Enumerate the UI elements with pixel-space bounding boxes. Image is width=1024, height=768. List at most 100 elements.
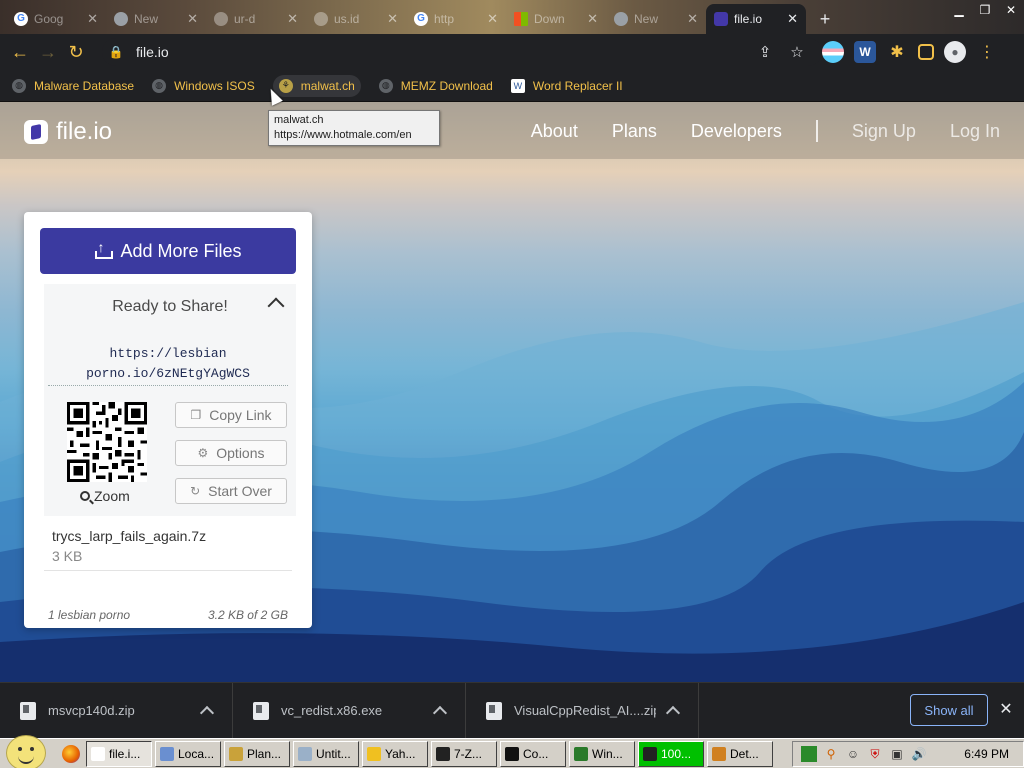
- taskbar-button[interactable]: Loca...: [155, 740, 221, 767]
- browser-tab[interactable]: G http ✕: [406, 4, 506, 34]
- search-tray-icon[interactable]: ⚲: [823, 746, 839, 762]
- close-icon[interactable]: ✕: [287, 11, 298, 27]
- browser-tab[interactable]: us.id ✕: [306, 4, 406, 34]
- close-icon[interactable]: ✕: [998, 701, 1014, 718]
- browser-tab[interactable]: Down ✕: [506, 4, 606, 34]
- minimize-icon[interactable]: ▁: [946, 0, 972, 20]
- taskbar-button[interactable]: 7-Z...: [431, 740, 497, 767]
- emoji-tray-icon[interactable]: ☺: [845, 746, 861, 762]
- side-panel-icon[interactable]: [918, 44, 934, 60]
- taskbar-button-label: file.i...: [109, 746, 141, 761]
- network-tray-icon[interactable]: ▣: [889, 746, 905, 762]
- profile-avatar-icon[interactable]: ●: [944, 41, 966, 63]
- share-icon[interactable]: ⇪: [754, 41, 776, 63]
- show-all-button[interactable]: Show all: [910, 694, 988, 726]
- address-url[interactable]: file.io: [136, 44, 169, 60]
- microsoft-icon: [514, 12, 528, 26]
- taskbar-button[interactable]: Untit...: [293, 740, 359, 767]
- bookmark-item[interactable]: W Word Replacer II: [510, 78, 623, 93]
- tab-title: New: [634, 12, 659, 26]
- tab-title: us.id: [334, 12, 360, 26]
- download-item[interactable]: vc_redist.x86.exe: [233, 682, 466, 739]
- download-item[interactable]: VisualCppRedist_AI....zip: [466, 682, 699, 739]
- bookmark-star-icon[interactable]: ☆: [786, 41, 808, 63]
- share-link[interactable]: https://lesbian porno.io/6zNEtgYAgWCS: [48, 344, 288, 384]
- bookmark-item[interactable]: ◍ MEMZ Download: [378, 78, 493, 93]
- logo-text: file.io: [56, 118, 113, 145]
- taskbar-button[interactable]: Win...: [569, 740, 635, 767]
- close-icon[interactable]: ✕: [187, 11, 198, 27]
- volume-icon[interactable]: 🔊: [911, 746, 927, 762]
- storage-usage: 3.2 KB of 2 GB: [207, 608, 288, 622]
- reload-icon[interactable]: ↻: [62, 38, 90, 66]
- browser-tab[interactable]: New ✕: [106, 4, 206, 34]
- close-icon[interactable]: ✕: [787, 11, 798, 27]
- bookmark-item[interactable]: ◍ Malware Database: [12, 78, 134, 93]
- close-icon[interactable]: ✕: [587, 11, 598, 27]
- firefox-quicklaunch[interactable]: [56, 741, 86, 767]
- close-window-icon[interactable]: ✕: [998, 0, 1024, 20]
- back-icon[interactable]: ←: [6, 38, 34, 66]
- browser-tab[interactable]: G Goog ✕: [6, 4, 106, 34]
- tab-title: ur-d: [234, 12, 256, 26]
- taskbar-button[interactable]: file.i...: [86, 740, 152, 767]
- search-icon: [80, 491, 90, 501]
- nav-plans[interactable]: Plans: [612, 121, 657, 142]
- zoom-button[interactable]: Zoom: [80, 488, 130, 504]
- browser-tab[interactable]: New ✕: [606, 4, 706, 34]
- new-tab-button[interactable]: +: [812, 6, 838, 32]
- taskbar-button[interactable]: Plan...: [224, 740, 290, 767]
- menu-kebab-icon[interactable]: ⋮: [976, 41, 998, 63]
- browser-tab[interactable]: ur-d ✕: [206, 4, 306, 34]
- site-logo[interactable]: file.io: [24, 118, 112, 146]
- taskbar-button-label: 7-Z...: [454, 746, 483, 761]
- nav-developers[interactable]: Developers: [691, 121, 782, 142]
- qr-code[interactable]: [67, 402, 147, 482]
- taskbar-button[interactable]: Det...: [707, 740, 773, 767]
- share-link-line: porno.io/6zNEtgYAgWCS: [86, 366, 250, 381]
- google-icon: G: [14, 12, 28, 26]
- chevron-up-icon[interactable]: [432, 705, 448, 721]
- copy-link-button[interactable]: ❐ Copy Link: [175, 402, 287, 428]
- close-icon[interactable]: ✕: [487, 11, 498, 27]
- copy-link-label: Copy Link: [209, 407, 272, 423]
- chevron-up-icon[interactable]: [199, 705, 215, 721]
- start-button[interactable]: [0, 734, 56, 768]
- word-replacer-icon: W: [510, 78, 525, 93]
- security-tray-icon[interactable]: ⛨: [867, 746, 883, 762]
- extensions-puzzle-icon[interactable]: ✱: [886, 41, 908, 63]
- console-icon: [505, 746, 519, 761]
- word-replacer-icon[interactable]: W: [854, 41, 876, 63]
- lock-icon[interactable]: 🔒: [108, 44, 124, 60]
- tray-app-icon[interactable]: [801, 746, 817, 762]
- bookmark-item-hovered[interactable]: ⚘ malwat.ch: [272, 74, 361, 97]
- extension-flag-icon[interactable]: [822, 41, 844, 63]
- nav-log-in[interactable]: Log In: [950, 121, 1000, 142]
- clock[interactable]: 6:49 PM: [964, 747, 1009, 761]
- address-bar[interactable]: 🔒 file.io ⇪ ☆: [102, 38, 822, 66]
- bookmark-item[interactable]: ◍ Windows ISOS: [152, 78, 255, 93]
- forward-icon[interactable]: →: [34, 38, 62, 66]
- close-icon[interactable]: ✕: [387, 11, 398, 27]
- tab-title: file.io: [734, 12, 763, 26]
- nav-about[interactable]: About: [531, 121, 578, 142]
- options-button[interactable]: ⚙ Options: [175, 440, 287, 466]
- start-over-button[interactable]: ↻ Start Over: [175, 478, 287, 504]
- chevron-up-icon[interactable]: [665, 705, 681, 721]
- tab-title: Down: [534, 12, 565, 26]
- taskbar-button[interactable]: 100...: [638, 740, 704, 767]
- maximize-icon[interactable]: ❐: [972, 0, 998, 20]
- taskbar-button[interactable]: Yah...: [362, 740, 428, 767]
- nav-sign-up[interactable]: Sign Up: [852, 121, 916, 142]
- download-item[interactable]: msvcp140d.zip: [0, 682, 233, 739]
- file-count: 1 lesbian porno: [48, 608, 131, 622]
- close-icon[interactable]: ✕: [87, 11, 98, 27]
- tooltip-title: malwat.ch: [274, 114, 324, 126]
- add-more-files-button[interactable]: Add More Files: [40, 228, 296, 274]
- browser-tab-active[interactable]: file.io ✕: [706, 4, 806, 34]
- globe-icon: ◍: [152, 78, 167, 93]
- bookmark-label: Windows ISOS: [174, 78, 255, 93]
- close-icon[interactable]: ✕: [687, 11, 698, 27]
- taskbar-button[interactable]: Co...: [500, 740, 566, 767]
- taskbar-button-label: Co...: [523, 746, 549, 761]
